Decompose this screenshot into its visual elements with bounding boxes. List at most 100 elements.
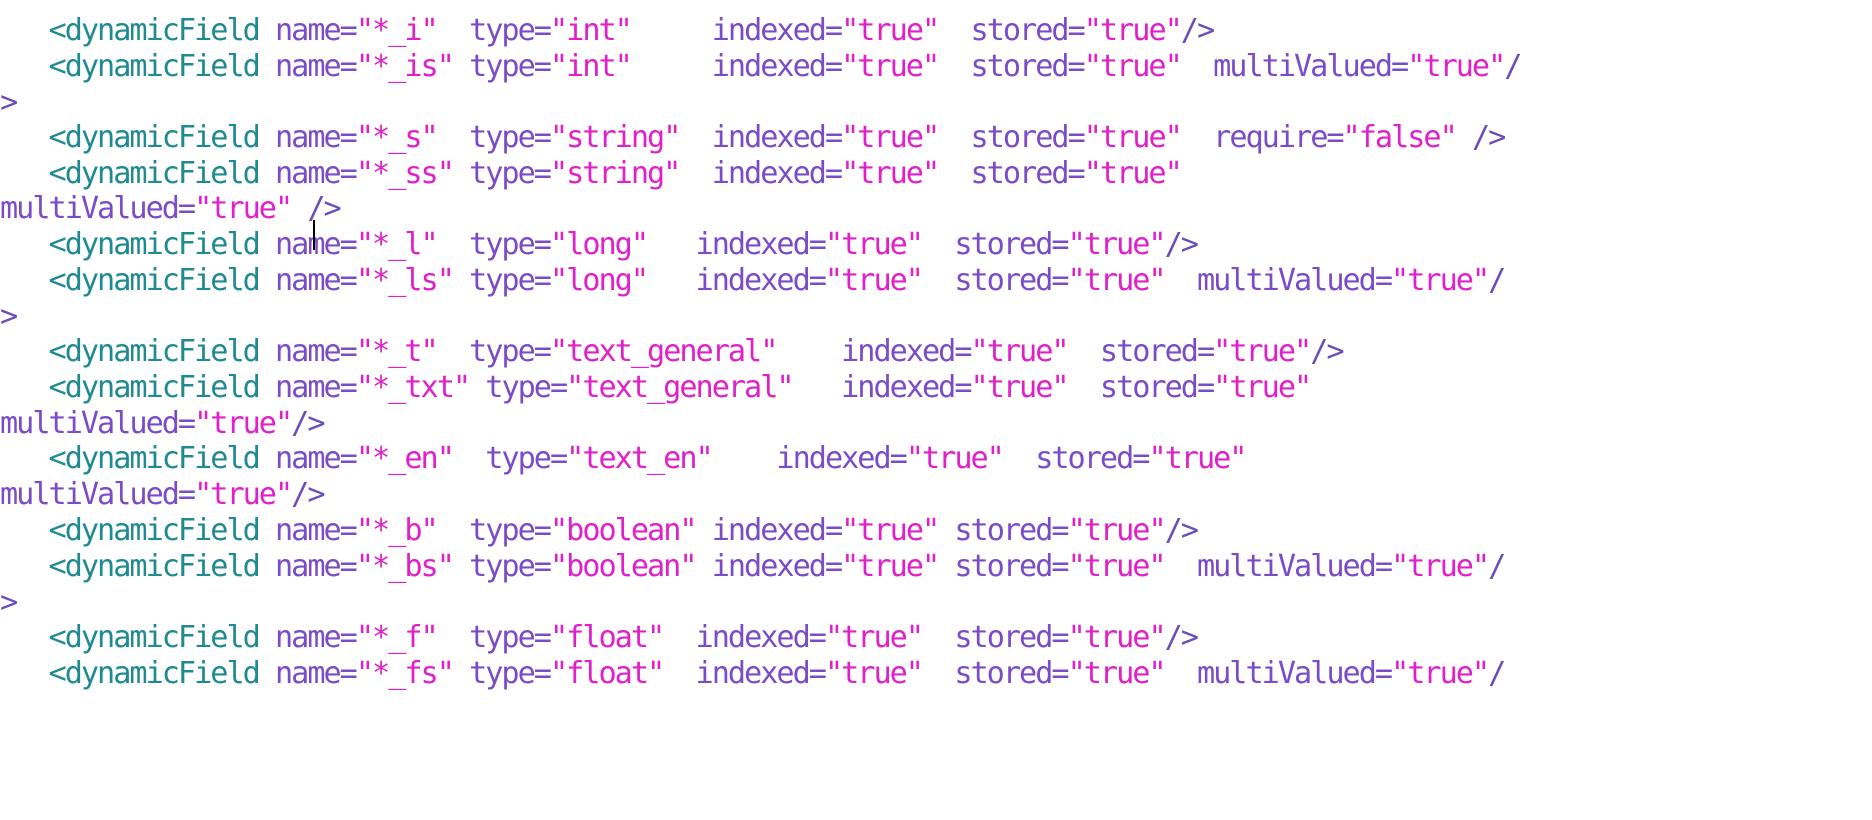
code-token-attr: type= [436,620,552,655]
code-token-attr: name= [258,49,358,84]
code-token-val: "true" [841,156,940,191]
code-token-val: "text_en" [566,441,714,476]
code-token-val: "true" [970,334,1070,369]
code-token-attr: indexed= [695,549,843,584]
code-token-attr: name= [258,263,358,298]
code-token-attr: type= [452,549,552,584]
code-token-punct: /> [1455,120,1506,155]
code-token-punct: /> [1164,513,1199,548]
code-token-val: "*_ls" [355,263,455,298]
code-token-val: "true" [1391,263,1490,298]
code-token-tag: <dynamicField [48,513,261,548]
code-token-attr: require= [1180,120,1344,155]
code-line[interactable]: <dynamicField name="*_is" type="int" ind… [0,46,1523,88]
code-token-val: "true" [1391,549,1490,584]
code-token-punct: /> [291,406,325,441]
code-token-val: "boolean" [549,513,698,548]
code-token-val: "true" [1083,13,1183,48]
code-token-val: "*_ss" [355,156,455,191]
code-token-punct: /> [1164,227,1199,262]
code-token-val: "true" [1083,49,1183,84]
code-token-tag: <dynamicField [48,549,261,584]
code-token-attr: name= [258,156,358,191]
code-token-attr: stored= [1067,370,1215,405]
code-token-attr: indexed= [792,370,972,405]
code-token-attr: indexed= [630,13,843,48]
code-token-attr: indexed= [663,620,827,655]
code-token-val: "float" [549,620,665,655]
text-cursor [313,220,315,250]
code-token-punct: > [0,585,18,620]
code-token-attr: name= [258,13,358,48]
code-token-punct: > [0,299,18,334]
code-token-attr: stored= [922,620,1069,655]
code-line[interactable]: <dynamicField name="*_ls" type="long" in… [0,260,1507,302]
code-token-punct: / [1488,549,1506,584]
code-token-attr: stored= [938,156,1086,191]
code-token-attr: indexed= [711,441,907,476]
code-token-attr: name= [258,120,358,155]
code-token-attr: type= [436,227,552,262]
code-token-attr: stored= [1067,334,1215,369]
code-token-attr: stored= [921,227,1069,262]
code-token-tag: <dynamicField [48,49,261,84]
code-token-attr: indexed= [647,263,827,298]
code-token-val: "true" [841,49,940,84]
code-editor[interactable]: <dynamicField name="*_i" type="int" inde… [0,0,1872,820]
code-token-val: "*_is" [355,49,455,84]
code-line[interactable]: <dynamicField name="*_fs" type="float" i… [0,653,1507,695]
code-token-val: "true" [841,13,940,48]
code-token-attr: name= [258,513,358,548]
code-token-attr: type= [436,334,552,369]
code-token-tag: <dynamicField [48,263,261,298]
code-token-attr: stored= [938,549,1069,584]
code-token-attr: indexed= [630,49,843,84]
code-token-tag: <dynamicField [48,156,261,191]
code-token-tag: <dynamicField [48,656,261,691]
code-token-val: "string" [549,156,681,191]
code-token-attr: type= [452,263,552,298]
code-token-val: "*_en" [355,441,455,476]
code-token-attr: multiValued= [0,191,196,226]
code-token-val: "true" [841,120,940,155]
code-line[interactable]: <dynamicField name="*_bs" type="boolean"… [0,546,1507,588]
code-token-val: "true" [970,370,1070,405]
code-token-val: "*_bs" [355,549,455,584]
code-token-val: "true" [1391,656,1490,691]
code-token-val: "*_t" [355,334,439,369]
code-token-val: "true" [1067,263,1167,298]
code-token-attr: name= [258,656,358,691]
code-token-attr: type= [436,120,552,155]
code-token-val: "true" [1067,513,1167,548]
code-token-val: "long" [549,227,649,262]
code-token-val: "true" [1067,227,1167,262]
code-token-attr: stored= [921,263,1069,298]
code-token-tag: <dynamicField [48,227,261,262]
code-token-val: "true" [194,406,293,441]
code-token-val: "true" [1407,49,1506,84]
code-token-tag: <dynamicField [48,120,261,155]
code-token-attr: name= [258,549,358,584]
code-token-val: "true" [905,441,1005,476]
code-token-attr: indexed= [679,120,843,155]
code-token-attr: type= [452,441,568,476]
code-token-attr: name= [258,334,358,369]
code-token-tag: <dynamicField [48,370,261,405]
code-token-val: "string" [549,120,681,155]
code-token-attr: indexed= [679,156,843,191]
code-token-attr: type= [452,49,552,84]
code-token-val: "true" [1067,656,1167,691]
code-token-attr: type= [436,13,552,48]
code-token-val: "true" [1083,156,1183,191]
code-token-val: "*_s" [355,120,439,155]
code-token-val: "int" [549,49,633,84]
code-token-val: "true" [1213,370,1312,405]
code-token-attr: indexed= [776,334,972,369]
